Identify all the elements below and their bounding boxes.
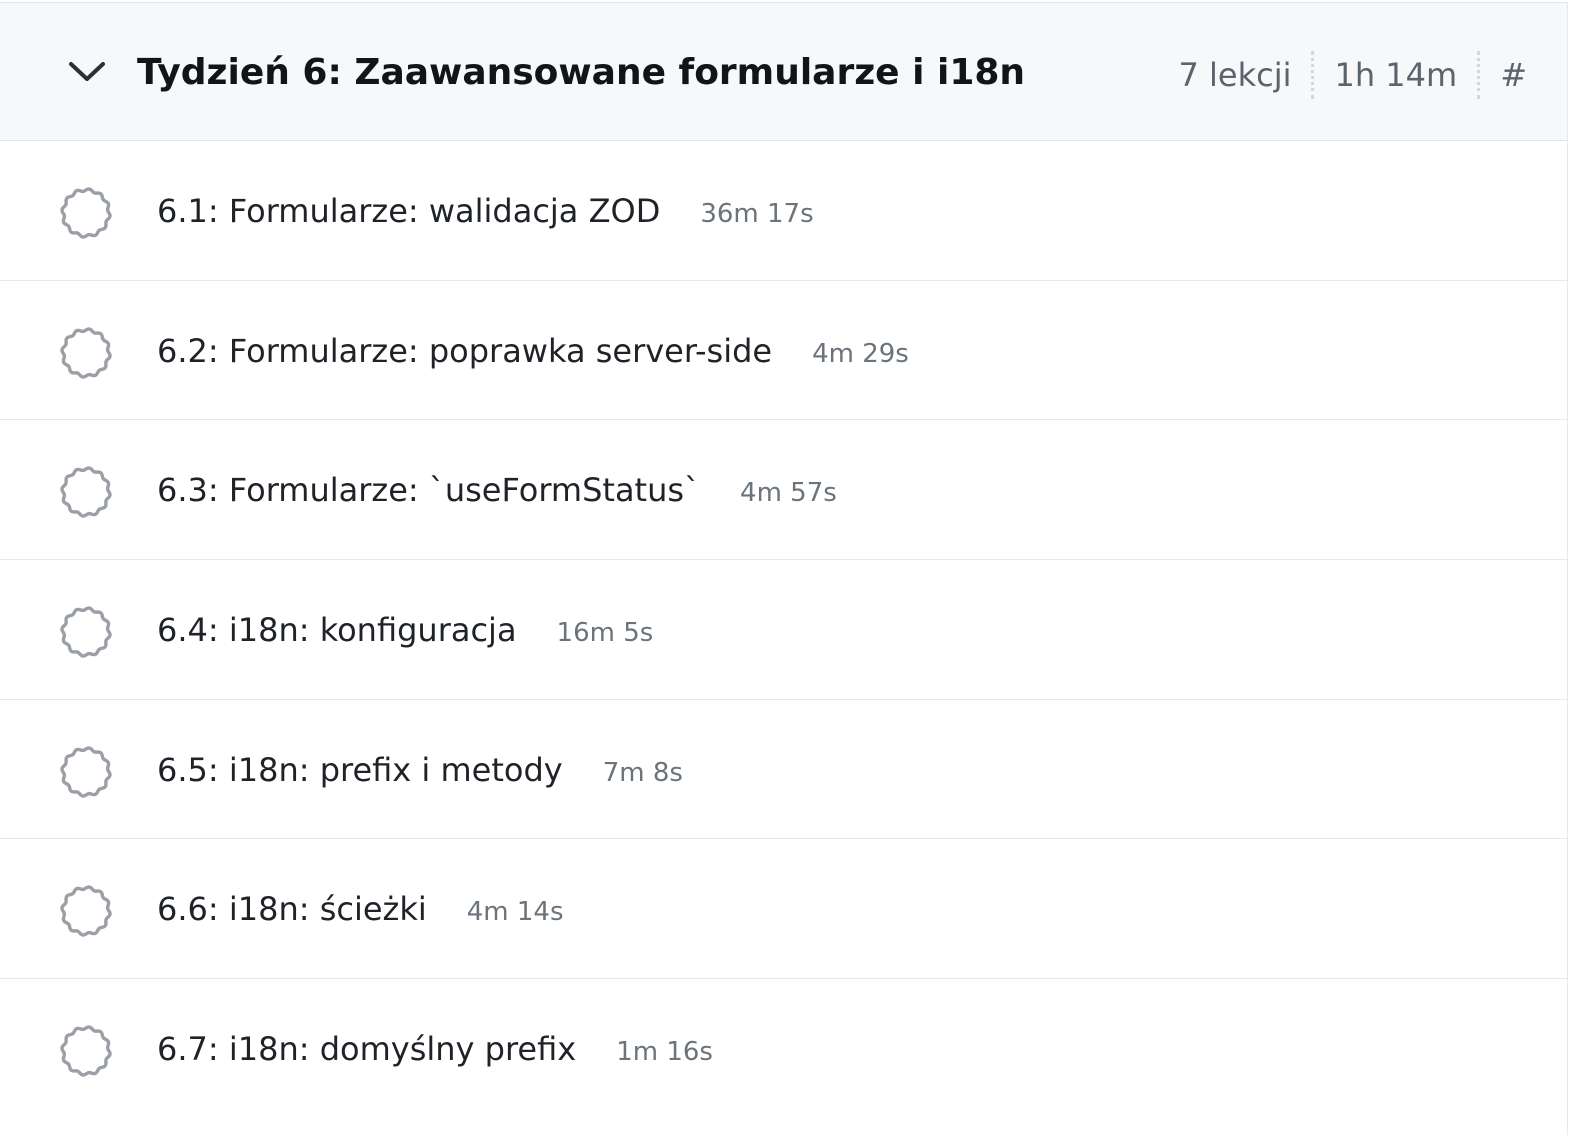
lesson-title: 6.7: i18n: domyślny prefix [157, 1030, 577, 1069]
lesson-item[interactable]: 6.1: Formularze: walidacja ZOD 36m 17s [0, 141, 1567, 281]
meta-divider [1477, 51, 1481, 99]
incomplete-circle-icon[interactable] [58, 1023, 114, 1079]
lessons-count: 7 lekcji [1178, 56, 1292, 94]
lesson-title: 6.4: i18n: konfiguracja [157, 611, 517, 650]
chevron-down-icon[interactable] [64, 55, 110, 89]
section-header-toggle[interactable]: Tydzień 6: Zaawansowane formularze i i18… [0, 3, 1567, 141]
lesson-title: 6.2: Formularze: poprawka server-side [157, 331, 773, 370]
lesson-title: 6.5: i18n: prefix i metody [157, 750, 563, 789]
lesson-duration: 4m 29s [812, 338, 909, 369]
incomplete-circle-icon[interactable] [58, 185, 114, 241]
course-section: Tydzień 6: Zaawansowane formularze i i18… [0, 2, 1568, 1135]
lesson-duration: 7m 8s [602, 757, 683, 788]
total-duration: 1h 14m [1334, 56, 1458, 94]
incomplete-circle-icon[interactable] [58, 325, 114, 381]
section-anchor-link[interactable]: # [1500, 56, 1527, 94]
incomplete-circle-icon[interactable] [58, 604, 114, 660]
meta-divider [1311, 51, 1315, 99]
lesson-item[interactable]: 6.3: Formularze: `useFormStatus` 4m 57s [0, 420, 1567, 561]
section-meta: 7 lekcji 1h 14m # [1178, 51, 1527, 99]
lesson-item[interactable]: 6.6: i18n: ścieżki 4m 14s [0, 839, 1567, 980]
incomplete-circle-icon[interactable] [58, 883, 114, 939]
lesson-duration: 4m 14s [466, 897, 564, 928]
lesson-item[interactable]: 6.2: Formularze: poprawka server-side 4m… [0, 281, 1567, 421]
incomplete-circle-icon[interactable] [58, 464, 114, 520]
lesson-item[interactable]: 6.4: i18n: konfiguracja 16m 5s [0, 560, 1567, 700]
lesson-item[interactable]: 6.7: i18n: domyślny prefix 1m 16s [0, 979, 1567, 1119]
lesson-duration: 36m 17s [700, 199, 814, 229]
section-title: Tydzień 6: Zaawansowane formularze i i18… [137, 52, 1026, 93]
lesson-duration: 1m 16s [616, 1037, 713, 1068]
lesson-list: 6.1: Formularze: walidacja ZOD 36m 17s 6… [0, 141, 1567, 1119]
incomplete-circle-icon[interactable] [58, 744, 114, 800]
lesson-duration: 4m 57s [740, 478, 837, 509]
lesson-title: 6.1: Formularze: walidacja ZOD [157, 192, 661, 230]
lesson-title: 6.6: i18n: ścieżki [157, 890, 427, 929]
lesson-item[interactable]: 6.5: i18n: prefix i metody 7m 8s [0, 700, 1567, 840]
lesson-duration: 16m 5s [556, 618, 654, 649]
lesson-title: 6.3: Formularze: `useFormStatus` [157, 471, 701, 510]
